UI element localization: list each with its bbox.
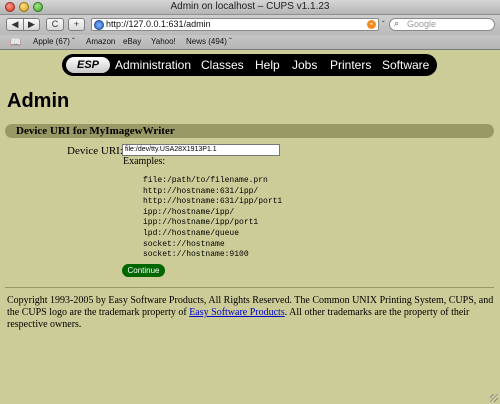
bookmarks-bar: 📖 Apple (67) ˇ Amazon eBay Yahoo! News (…: [0, 35, 500, 50]
esp-logo[interactable]: ESP: [66, 57, 110, 73]
bookmarks-book-icon[interactable]: 📖: [10, 37, 21, 48]
bookmark-ebay[interactable]: eBay: [123, 37, 141, 46]
examples-list: file:/path/to/filename.prn http://hostna…: [143, 176, 283, 260]
bookmark-apple[interactable]: Apple (67) ˇ: [33, 37, 75, 46]
page-content: ESP Administration Classes Help Jobs Pri…: [0, 50, 500, 404]
nav-administration[interactable]: Administration: [115, 58, 191, 72]
browser-toolbar: ◀ ▶ C + http://127.0.0.1:631/admin ⌁ ˇ ⌕…: [0, 15, 500, 35]
device-uri-label: Device URI:: [67, 145, 123, 157]
device-uri-input[interactable]: file:/dev/tty.USA28X1913P1.1: [122, 144, 280, 156]
add-bookmark-button[interactable]: +: [68, 18, 85, 31]
search-placeholder: Google: [407, 19, 437, 29]
page-title: Admin: [7, 90, 70, 112]
easy-software-products-link[interactable]: Easy Software Products: [189, 307, 285, 318]
bookmark-amazon[interactable]: Amazon: [86, 37, 115, 46]
continue-button[interactable]: Continue: [122, 264, 165, 277]
cups-nav-bar: ESP Administration Classes Help Jobs Pri…: [62, 54, 437, 76]
bookmark-news[interactable]: News (494) ˇ: [186, 37, 232, 46]
back-arrow-icon: ◀: [11, 19, 19, 29]
plus-icon: +: [73, 19, 80, 29]
nav-software[interactable]: Software: [382, 58, 429, 72]
forward-arrow-icon: ▶: [28, 19, 35, 29]
footer-copyright: Copyright 1993-2005 by Easy Software Pro…: [7, 295, 495, 331]
magnifier-icon: ⌕: [394, 18, 400, 28]
nav-classes[interactable]: Classes: [201, 58, 244, 72]
address-dropdown-icon[interactable]: ˇ: [382, 20, 385, 29]
rss-icon[interactable]: ⌁: [367, 20, 376, 29]
window-title: Admin on localhost – CUPS v1.1.23: [170, 1, 330, 12]
bookmark-yahoo[interactable]: Yahoo!: [151, 37, 176, 46]
globe-icon: [94, 20, 104, 30]
search-field[interactable]: ⌕ Google: [389, 18, 495, 31]
section-title: Device URI for MyImagewWriter: [16, 125, 175, 137]
title-bar: Admin on localhost – CUPS v1.1.23: [0, 0, 500, 15]
address-bar[interactable]: http://127.0.0.1:631/admin ⌁: [91, 18, 379, 31]
divider: [5, 287, 494, 288]
resize-grip-icon[interactable]: [490, 394, 498, 402]
browser-window: Admin on localhost – CUPS v1.1.23 ◀ ▶ C …: [0, 0, 500, 404]
section-header: Device URI for MyImagewWriter: [5, 124, 494, 138]
nav-printers[interactable]: Printers: [330, 58, 371, 72]
nav-help[interactable]: Help: [255, 58, 280, 72]
back-button[interactable]: ◀: [6, 18, 24, 31]
forward-button[interactable]: ▶: [23, 18, 40, 31]
reload-icon: C: [51, 19, 59, 29]
address-text[interactable]: http://127.0.0.1:631/admin: [106, 19, 211, 30]
examples-label: Examples:: [123, 156, 166, 167]
nav-jobs[interactable]: Jobs: [292, 58, 317, 72]
reload-button[interactable]: C: [46, 18, 64, 31]
